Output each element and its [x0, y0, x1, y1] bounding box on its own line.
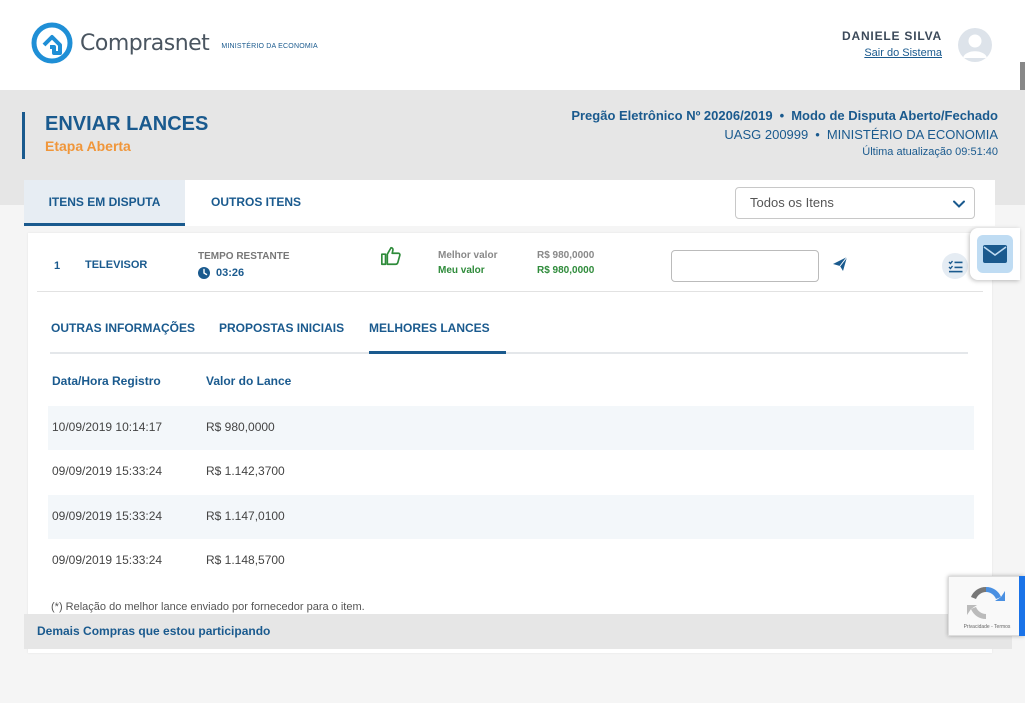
bid-value: R$ 980,0000: [206, 420, 275, 434]
clock-icon: [198, 267, 210, 279]
pregao-ministry: MINISTÉRIO DA ECONOMIA: [826, 127, 998, 142]
checklist-icon: [948, 260, 962, 272]
last-update: Última atualização 09:51:40: [862, 146, 998, 158]
item-card: 1 TELEVISOR TEMPO RESTANTE 03:26 Melhor …: [28, 233, 992, 653]
bid-input[interactable]: [671, 250, 819, 282]
other-purchases-link[interactable]: Demais Compras que estou participando: [37, 624, 270, 638]
items-filter-value: Todos os Itens: [750, 195, 834, 210]
pregao-mode: Modo de Disputa Aberto/Fechado: [791, 108, 998, 123]
table-row: 09/09/2019 15:33:24 R$ 1.147,0100: [48, 495, 974, 539]
recaptcha-icon: [967, 586, 1005, 620]
item-number: 1: [54, 260, 61, 272]
bid-value: R$ 1.147,0100: [206, 509, 285, 523]
brand-name: Comprasnet: [80, 30, 210, 56]
brand-subtitle: MINISTÉRIO DA ECONOMIA: [221, 42, 318, 50]
bid-date: 09/09/2019 15:33:24: [52, 464, 163, 478]
pregao-uasg-line: UASG 200999 • MINISTÉRIO DA ECONOMIA: [571, 127, 998, 142]
tab-outros-itens[interactable]: OUTROS ITENS: [192, 180, 320, 226]
footnote: (*) Relação do melhor lance enviado por …: [51, 601, 365, 613]
brand-logo[interactable]: Comprasnet MINISTÉRIO DA ECONOMIA: [30, 20, 318, 66]
bid-date: 10/09/2019 10:14:17: [52, 420, 163, 434]
checklist-button[interactable]: [942, 253, 968, 279]
bid-date: 09/09/2019 15:33:24: [52, 509, 163, 523]
messages-button[interactable]: [970, 228, 1020, 280]
tab-propostas-iniciais[interactable]: PROPOSTAS INICIAIS: [219, 319, 344, 354]
tabs-bar: ITENS EM DISPUTA OUTROS ITENS Todos os I…: [24, 180, 995, 226]
items-filter-select[interactable]: Todos os Itens: [735, 187, 975, 219]
table-row: 09/09/2019 15:33:24 R$ 1.142,3700: [48, 450, 974, 494]
my-value-label: Meu valor: [438, 265, 485, 276]
thumbs-up-icon: [381, 246, 401, 266]
column-header-value: Valor do Lance: [206, 374, 292, 388]
sub-tabs: OUTRAS INFORMAÇÕES PROPOSTAS INICIAIS ME…: [50, 319, 968, 354]
time-remaining: 03:26: [198, 267, 244, 279]
bottom-bar: Demais Compras que estou participando: [24, 614, 1012, 649]
header: Comprasnet MINISTÉRIO DA ECONOMIA DANIEL…: [0, 0, 1025, 90]
user-block: DANIELE SILVA Sair do Sistema: [842, 29, 942, 59]
best-value-label: Melhor valor: [438, 250, 498, 261]
item-name[interactable]: TELEVISOR: [85, 259, 147, 271]
separator: •: [815, 127, 820, 142]
tab-itens-em-disputa[interactable]: ITENS EM DISPUTA: [24, 180, 185, 226]
avatar-icon[interactable]: [958, 28, 992, 62]
tab-outras-informacoes[interactable]: OUTRAS INFORMAÇÕES: [51, 319, 195, 354]
time-remaining-label: TEMPO RESTANTE: [198, 251, 290, 262]
tab-melhores-lances[interactable]: MELHORES LANCES: [369, 319, 506, 354]
recaptcha-links[interactable]: Privacidade - Termos: [949, 624, 1025, 630]
bid-value: R$ 1.148,5700: [206, 553, 285, 567]
best-value: R$ 980,0000: [537, 250, 595, 261]
separator: •: [779, 108, 785, 123]
table-row: 09/09/2019 15:33:24 R$ 1.148,5700: [48, 539, 974, 583]
pregao-info: Pregão Eletrônico Nº 20206/2019 • Modo de …: [571, 108, 998, 158]
time-remaining-value: 03:26: [216, 267, 245, 279]
recaptcha-badge[interactable]: Privacidade - Termos: [948, 576, 1024, 636]
pregao-number: Pregão Eletrônico Nº 20206/2019: [571, 108, 773, 123]
recaptcha-edge: [1019, 576, 1025, 636]
mail-icon: [983, 245, 1007, 263]
my-value: R$ 980,0000: [537, 265, 595, 276]
send-icon[interactable]: [832, 256, 848, 272]
column-header-date: Data/Hora Registro: [52, 374, 161, 388]
item-row: 1 TELEVISOR TEMPO RESTANTE 03:26 Melhor …: [37, 233, 983, 292]
logo-icon: [31, 22, 73, 64]
table-row: 10/09/2019 10:14:17 R$ 980,0000: [48, 406, 974, 450]
bid-value: R$ 1.142,3700: [206, 464, 285, 478]
chevron-down-icon: [953, 200, 965, 208]
logout-link[interactable]: Sair do Sistema: [842, 47, 942, 59]
user-name: DANIELE SILVA: [842, 29, 942, 43]
title-block: ENVIAR LANCES Etapa Aberta: [22, 112, 208, 159]
pregao-header: Pregão Eletrônico Nº 20206/2019 • Modo de …: [571, 108, 998, 123]
page-subtitle: Etapa Aberta: [45, 138, 131, 154]
bid-date: 09/09/2019 15:33:24: [52, 553, 163, 567]
page-title: ENVIAR LANCES: [45, 113, 209, 135]
pregao-uasg: UASG 200999: [724, 127, 809, 142]
